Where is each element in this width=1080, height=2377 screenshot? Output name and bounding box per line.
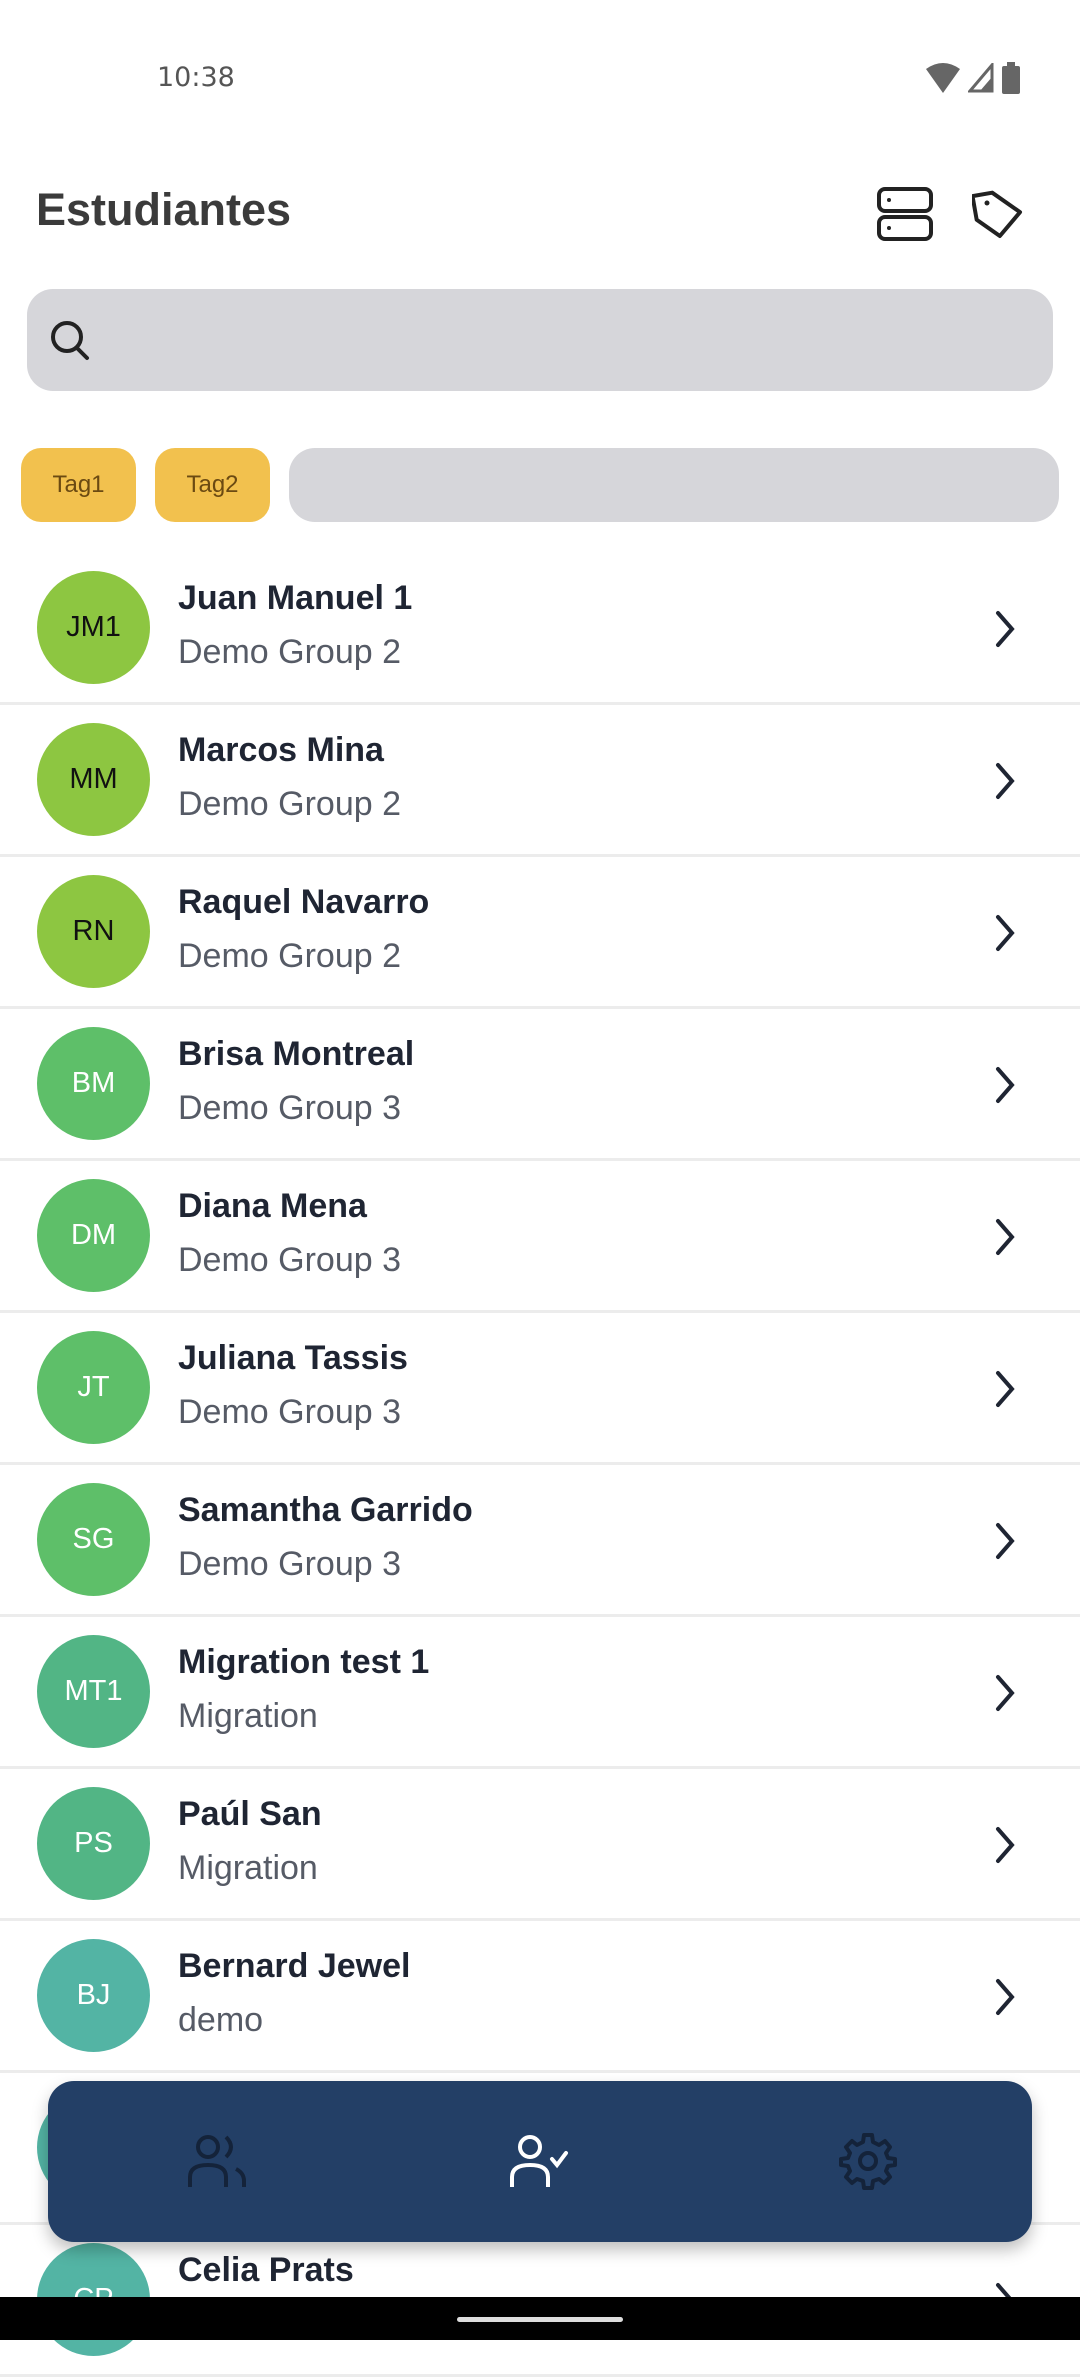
student-group: Demo Group 3 (178, 1241, 401, 1279)
chevron-right-icon (996, 1219, 1015, 1255)
bottom-nav (48, 2081, 1032, 2242)
avatar: PS (37, 1787, 150, 1900)
chevron-right-icon (996, 763, 1015, 799)
home-indicator[interactable] (457, 2317, 623, 2322)
chevron-right-icon (996, 915, 1015, 951)
avatar: SG (37, 1483, 150, 1596)
avatar: RN (37, 875, 150, 988)
student-group: Demo Group 2 (178, 785, 401, 823)
student-name: Marcos Mina (178, 731, 384, 769)
student-row[interactable]: PS Paúl San Migration (0, 1769, 1080, 1921)
nav-students[interactable] (500, 2121, 580, 2201)
student-name: Samantha Garrido (178, 1491, 473, 1529)
page-title: Estudiantes (36, 184, 292, 235)
avatar: MM (37, 723, 150, 836)
tag-filter-field[interactable] (289, 448, 1059, 522)
tag-chip-2[interactable]: Tag2 (155, 448, 270, 522)
student-row[interactable]: DM Diana Mena Demo Group 3 (0, 1161, 1080, 1313)
student-name: Celia Prats (178, 2251, 354, 2289)
student-row[interactable]: MT1 Migration test 1 Migration (0, 1617, 1080, 1769)
chevron-right-icon (996, 1371, 1015, 1407)
nav-students-groups[interactable] (178, 2121, 258, 2201)
student-row[interactable]: RN Raquel Navarro Demo Group 2 (0, 857, 1080, 1009)
tag-chip-1[interactable]: Tag1 (21, 448, 136, 522)
student-group: Demo Group 3 (178, 1393, 401, 1431)
gear-icon (839, 2133, 897, 2190)
wifi-icon (926, 63, 960, 93)
student-row[interactable]: SG Samantha Garrido Demo Group 3 (0, 1465, 1080, 1617)
chevron-right-icon (996, 1067, 1015, 1103)
chevron-right-icon (996, 1675, 1015, 1711)
tags-button[interactable] (966, 182, 1030, 246)
student-name: Bernard Jewel (178, 1947, 411, 1985)
chevron-right-icon (996, 1827, 1015, 1863)
chevron-right-icon (996, 611, 1015, 647)
student-row[interactable]: JM1 Juan Manuel 1 Demo Group 2 (0, 553, 1080, 705)
list-view-icon (877, 187, 933, 241)
student-name: Diana Mena (178, 1187, 367, 1225)
users-icon (188, 2135, 246, 2187)
user-check-icon (510, 2135, 568, 2187)
student-group: Demo Group 3 (178, 1089, 401, 1127)
student-name: Juliana Tassis (178, 1339, 408, 1377)
chevron-right-icon (996, 1523, 1015, 1559)
student-group: Demo Group 3 (178, 1545, 401, 1583)
nav-settings[interactable] (828, 2121, 908, 2201)
student-name: Paúl San (178, 1795, 322, 1833)
student-row[interactable]: BM Brisa Montreal Demo Group 3 (0, 1009, 1080, 1161)
student-name: Raquel Navarro (178, 883, 430, 921)
avatar: DM (37, 1179, 150, 1292)
student-group: Migration (178, 1849, 318, 1887)
student-name: Migration test 1 (178, 1643, 430, 1681)
student-group: Migration (178, 1697, 318, 1735)
battery-icon (1002, 62, 1020, 94)
chevron-right-icon (996, 1979, 1015, 2015)
student-group: Demo Group 2 (178, 937, 401, 975)
student-name: Brisa Montreal (178, 1035, 415, 1073)
avatar: BM (37, 1027, 150, 1140)
status-icons (926, 62, 1020, 94)
search-bar[interactable] (27, 289, 1053, 393)
avatar: JM1 (37, 571, 150, 684)
status-time: 10:38 (157, 62, 235, 93)
student-row[interactable]: JT Juliana Tassis Demo Group 3 (0, 1313, 1080, 1465)
student-row[interactable]: MM Marcos Mina Demo Group 2 (0, 705, 1080, 857)
list-view-button[interactable] (873, 182, 937, 246)
avatar: JT (37, 1331, 150, 1444)
tag-icon (972, 190, 1023, 239)
student-group: demo (178, 2001, 264, 2039)
avatar: BJ (37, 1939, 150, 2052)
avatar: MT1 (37, 1635, 150, 1748)
signal-icon (968, 63, 994, 93)
search-icon (51, 321, 89, 360)
system-nav-bar (0, 2297, 1080, 2340)
student-name: Juan Manuel 1 (178, 579, 413, 617)
student-row[interactable]: BJ Bernard Jewel demo (0, 1921, 1080, 2073)
student-group: Demo Group 2 (178, 633, 401, 671)
search-input[interactable] (117, 289, 1041, 393)
